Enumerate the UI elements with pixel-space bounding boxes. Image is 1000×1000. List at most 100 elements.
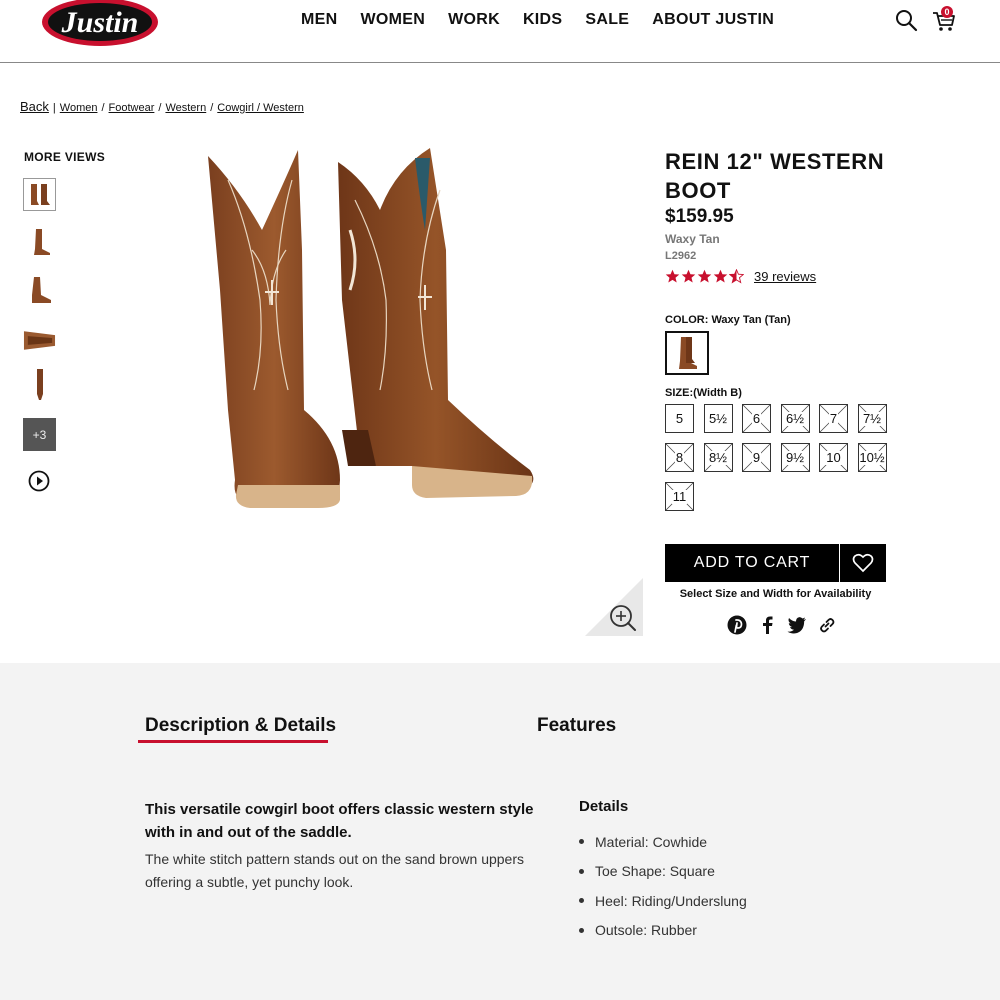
twitter-icon[interactable]: [786, 614, 807, 635]
main-nav: MEN WOMEN WORK KIDS SALE ABOUT JUSTIN: [301, 11, 797, 29]
feature-item: Toe Shape: Square: [579, 857, 747, 887]
feature-item: Heel: Riding/Underslung: [579, 886, 747, 916]
color-label: COLOR: Waxy Tan (Tan): [665, 314, 791, 326]
product-color-name: Waxy Tan: [665, 232, 720, 246]
thumbnail-side-alt[interactable]: [23, 273, 56, 306]
breadcrumb-women[interactable]: Women: [60, 102, 98, 114]
size-option-label: 10½: [858, 449, 886, 465]
size-option-label: 7: [828, 410, 839, 426]
star-full-icon: [697, 269, 712, 283]
back-link[interactable]: Back: [20, 99, 49, 114]
size-option-label: 5: [674, 410, 685, 426]
features-list: Material: Cowhide Toe Shape: Square Heel…: [579, 827, 747, 945]
share-links: [726, 614, 837, 635]
thumbnail-pair[interactable]: [23, 178, 56, 211]
star-full-icon: [681, 269, 696, 283]
size-option[interactable]: 6½: [780, 404, 810, 433]
tab-features[interactable]: Features: [537, 715, 616, 737]
breadcrumb-western[interactable]: Western: [165, 102, 206, 114]
boot-sole-thumb-image: [23, 330, 56, 350]
size-option[interactable]: 6: [742, 404, 771, 433]
product-rating: 39 reviews: [665, 269, 816, 284]
thumbnail-side[interactable]: [23, 225, 56, 258]
features-title: Details: [579, 798, 629, 815]
cart-count-badge: 0: [941, 6, 953, 18]
size-option-label: 7½: [861, 410, 883, 426]
svg-text:Justin: Justin: [61, 6, 139, 39]
size-option[interactable]: 8: [665, 443, 694, 472]
size-option[interactable]: 9½: [780, 443, 810, 472]
feature-item: Outsole: Rubber: [579, 916, 747, 946]
pinterest-icon[interactable]: [726, 614, 747, 635]
size-option[interactable]: 9: [742, 443, 771, 472]
thumbnail-more[interactable]: +3: [23, 418, 56, 451]
breadcrumb-footwear[interactable]: Footwear: [109, 102, 155, 114]
details-section: Description & Details Features This vers…: [0, 663, 1000, 1000]
star-full-icon: [713, 269, 728, 283]
swatch-boot-image: [679, 337, 697, 369]
zoom-icon[interactable]: [585, 578, 643, 636]
size-option-label: 6: [751, 410, 762, 426]
star-half-icon: [729, 269, 744, 284]
feature-item: Material: Cowhide: [579, 827, 747, 857]
heart-icon: [852, 553, 874, 573]
tab-description-details[interactable]: Description & Details: [145, 715, 336, 737]
nav-kids[interactable]: KIDS: [523, 11, 562, 29]
nav-women[interactable]: WOMEN: [360, 11, 425, 29]
breadcrumb-cowgirl-western[interactable]: Cowgirl / Western: [217, 102, 304, 114]
size-option[interactable]: 5: [665, 404, 694, 433]
size-option[interactable]: 10½: [857, 443, 887, 472]
breadcrumb-separator: /: [210, 102, 214, 114]
size-option-label: 8: [674, 449, 685, 465]
size-option[interactable]: 10: [819, 443, 848, 472]
justin-logo[interactable]: Justin: [40, 0, 160, 48]
boot-back-thumb-image: [36, 368, 43, 400]
star-full-icon: [665, 269, 680, 283]
facebook-icon[interactable]: [756, 614, 777, 635]
boot-side-alt-thumb-image: [31, 276, 51, 303]
size-label: SIZE:(Width B): [665, 387, 742, 399]
more-views-title: MORE VIEWS: [24, 150, 106, 164]
nav-sale[interactable]: SALE: [585, 11, 629, 29]
nav-work[interactable]: WORK: [448, 11, 500, 29]
breadcrumb-separator: /: [158, 102, 162, 114]
product-price: $159.95: [665, 206, 734, 227]
product-title: REIN 12" WESTERN BOOT: [665, 149, 885, 203]
play-video-icon[interactable]: [28, 470, 50, 492]
size-option-label: 9½: [784, 449, 806, 465]
size-option-label: 6½: [784, 410, 806, 426]
reviews-link[interactable]: 39 reviews: [754, 269, 816, 284]
search-icon[interactable]: [894, 8, 920, 34]
size-option[interactable]: 7: [819, 404, 848, 433]
add-to-cart-button[interactable]: ADD TO CART: [665, 544, 839, 582]
size-option-label: 11: [671, 488, 688, 504]
rating-stars: [665, 269, 744, 284]
copy-link-icon[interactable]: [816, 614, 837, 635]
nav-men[interactable]: MEN: [301, 11, 337, 29]
breadcrumb-separator: |: [52, 102, 56, 114]
availability-note: Select Size and Width for Availability: [679, 588, 872, 600]
size-option-label: 8½: [707, 449, 729, 465]
active-tab-indicator: [138, 740, 328, 743]
nav-about-justin[interactable]: ABOUT JUSTIN: [652, 11, 774, 29]
size-option[interactable]: 8½: [703, 443, 733, 472]
size-option-label: 9: [751, 449, 762, 465]
boot-pair-thumb-image: [30, 183, 50, 205]
thumbnail-sole[interactable]: [23, 323, 56, 356]
product-sku: L2962: [665, 250, 697, 262]
site-header: Justin MEN WOMEN WORK KIDS SALE ABOUT JU…: [0, 0, 1000, 63]
description-headline: This versatile cowgirl boot offers class…: [145, 801, 534, 841]
size-option[interactable]: 11: [665, 482, 694, 511]
wishlist-button[interactable]: [839, 544, 886, 582]
size-option[interactable]: 5½: [703, 404, 733, 433]
size-option[interactable]: 7½: [857, 404, 887, 433]
size-option-label: 5½: [707, 410, 729, 426]
product-main-image[interactable]: [190, 140, 550, 530]
boot-side-thumb-image: [33, 228, 50, 255]
size-option-label: 10: [825, 449, 842, 465]
breadcrumb: Back | Women / Footwear / Western / Cowgirl / We…: [20, 99, 304, 114]
color-swatch-waxy-tan[interactable]: [665, 331, 709, 375]
description-body: The white stitch pattern stands out on t…: [145, 851, 525, 890]
breadcrumb-separator: /: [101, 102, 105, 114]
thumbnail-back[interactable]: [23, 368, 56, 401]
